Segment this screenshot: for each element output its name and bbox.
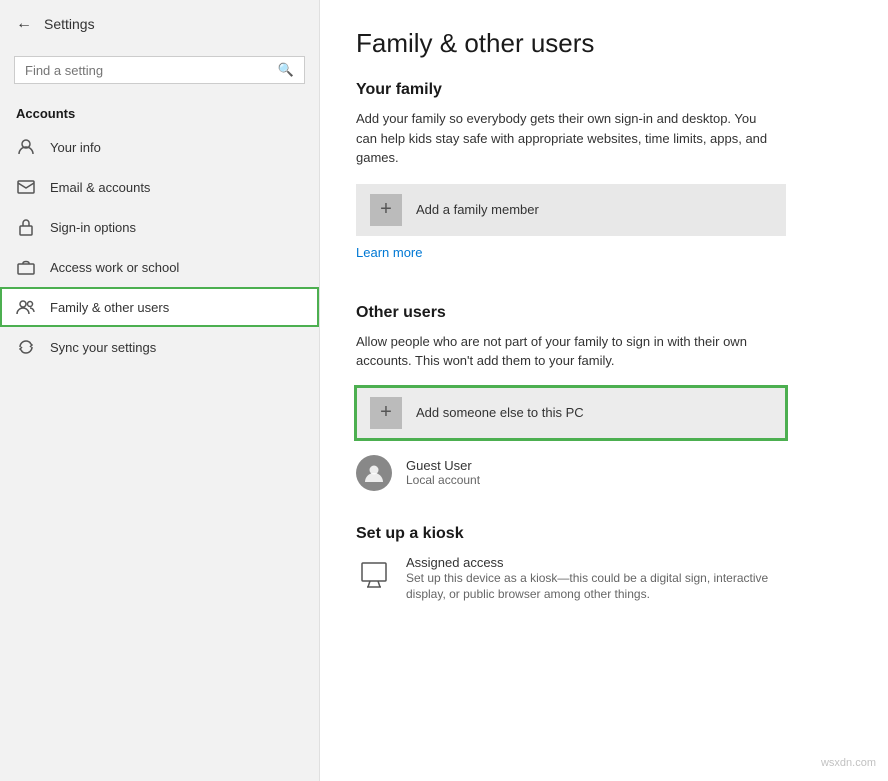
lock-icon	[16, 217, 36, 237]
sync-icon	[16, 337, 36, 357]
sidebar-title: Settings	[44, 16, 95, 32]
kiosk-section: Set up a kiosk Assigned access Set up th…	[356, 525, 852, 604]
add-other-user-button[interactable]: + Add someone else to this PC	[356, 387, 786, 439]
search-input[interactable]	[25, 63, 270, 78]
sidebar-item-work-school[interactable]: Access work or school	[0, 247, 319, 287]
your-family-desc: Add your family so everybody gets their …	[356, 109, 776, 168]
kiosk-monitor-icon	[356, 557, 392, 593]
add-other-label: Add someone else to this PC	[416, 405, 584, 420]
add-family-plus-icon: +	[370, 194, 402, 226]
main-content: Family & other users Your family Add you…	[320, 0, 888, 781]
guest-user-info: Guest User Local account	[406, 458, 480, 487]
add-family-member-button[interactable]: + Add a family member	[356, 184, 786, 236]
your-info-icon	[16, 137, 36, 157]
back-button[interactable]: ←	[16, 15, 32, 33]
your-family-title: Your family	[356, 81, 852, 99]
sidebar: ← Settings 🔍 Accounts Your info Email & …	[0, 0, 320, 781]
sidebar-item-sign-in[interactable]: Sign-in options	[0, 207, 319, 247]
sidebar-item-label-signin: Sign-in options	[50, 220, 136, 235]
kiosk-item-title: Assigned access	[406, 555, 776, 570]
guest-user-type: Local account	[406, 473, 480, 487]
add-family-label: Add a family member	[416, 202, 539, 217]
other-users-section: Other users Allow people who are not par…	[356, 304, 852, 499]
family-icon	[16, 297, 36, 317]
guest-user-name: Guest User	[406, 458, 480, 473]
sidebar-item-sync[interactable]: Sync your settings	[0, 327, 319, 367]
accounts-label: Accounts	[0, 92, 319, 127]
learn-more-link[interactable]: Learn more	[356, 245, 422, 260]
search-box: 🔍	[14, 56, 305, 84]
add-other-plus-icon: +	[370, 397, 402, 429]
kiosk-item: Assigned access Set up this device as a …	[356, 555, 786, 604]
other-users-title: Other users	[356, 304, 852, 322]
email-icon	[16, 177, 36, 197]
sidebar-item-label-your-info: Your info	[50, 140, 101, 155]
briefcase-icon	[16, 257, 36, 277]
sidebar-item-label-sync: Sync your settings	[50, 340, 156, 355]
other-users-desc: Allow people who are not part of your fa…	[356, 332, 776, 371]
kiosk-item-desc: Set up this device as a kiosk—this could…	[406, 570, 776, 604]
sidebar-item-family-users[interactable]: Family & other users	[0, 287, 319, 327]
kiosk-title: Set up a kiosk	[356, 525, 852, 543]
sidebar-item-your-info[interactable]: Your info	[0, 127, 319, 167]
page-title: Family & other users	[356, 28, 852, 59]
search-icon[interactable]: 🔍	[278, 62, 294, 78]
sidebar-item-label-work: Access work or school	[50, 260, 179, 275]
guest-user-avatar	[356, 455, 392, 491]
kiosk-text: Assigned access Set up this device as a …	[406, 555, 776, 604]
guest-user-item[interactable]: Guest User Local account	[356, 447, 786, 499]
sidebar-item-email-accounts[interactable]: Email & accounts	[0, 167, 319, 207]
your-family-section: Your family Add your family so everybody…	[356, 81, 852, 286]
sidebar-header: ← Settings	[0, 0, 319, 48]
sidebar-item-label-family: Family & other users	[50, 300, 169, 315]
sidebar-item-label-email: Email & accounts	[50, 180, 150, 195]
